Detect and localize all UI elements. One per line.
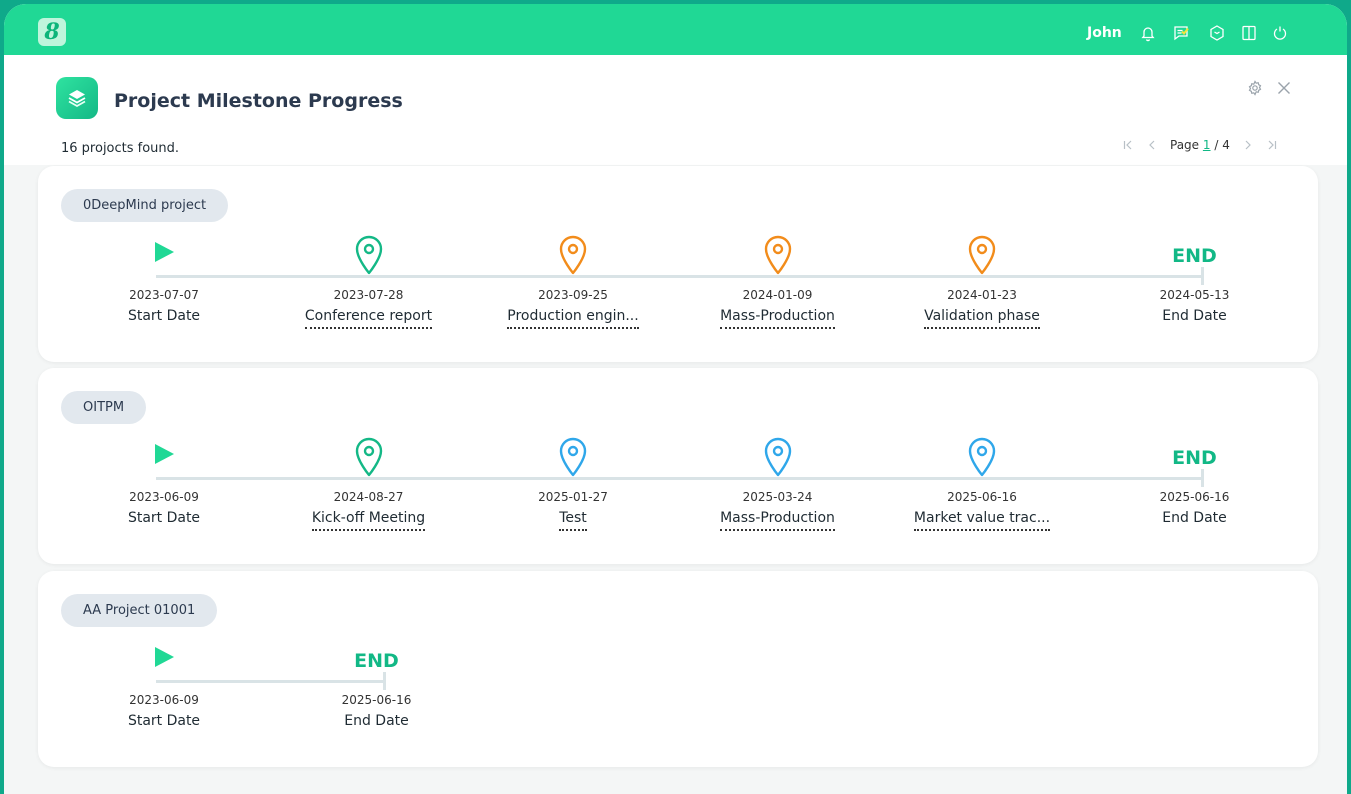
- page-header: Project Milestone Progress 16 projocts f…: [4, 55, 1347, 165]
- project-name-tag[interactable]: AA Project 01001: [61, 594, 218, 627]
- milestone: END 2024-05-13 End Date: [1115, 234, 1275, 324]
- milestone-label[interactable]: Mass-Production: [698, 510, 858, 531]
- app-logo[interactable]: 8: [38, 18, 66, 46]
- map-pin-icon: [902, 234, 1062, 278]
- message-check-icon[interactable]: [1172, 24, 1190, 42]
- milestone-date: 2023-09-25: [538, 288, 608, 302]
- milestone[interactable]: 2023-09-25 Production engin...: [493, 234, 653, 329]
- milestone: END 2025-06-16 End Date: [1115, 436, 1275, 526]
- panel-icon[interactable]: [1240, 24, 1258, 42]
- milestone-date: 2024-05-13: [1159, 288, 1230, 302]
- end-label: END: [354, 650, 399, 672]
- bell-icon[interactable]: [1139, 24, 1157, 42]
- milestone[interactable]: 2024-08-27 Kick-off Meeting: [289, 436, 449, 531]
- page-label: Page: [1170, 138, 1200, 152]
- milestone-label: Start Date: [127, 713, 201, 729]
- page-indicator: Page 1 / 4: [1170, 138, 1230, 152]
- milestone-label: Start Date: [127, 308, 201, 324]
- page-title: Project Milestone Progress: [114, 90, 403, 112]
- settings-gear-icon[interactable]: [1246, 79, 1264, 97]
- milestone-date: 2023-06-09: [129, 693, 199, 707]
- map-pin-icon: [289, 436, 449, 480]
- end-marker: END: [1115, 436, 1275, 480]
- pagination: Page 1 / 4: [1116, 135, 1284, 155]
- milestone-date: 2025-03-24: [742, 490, 813, 504]
- end-marker: END: [297, 639, 457, 683]
- first-page-icon[interactable]: [1116, 135, 1140, 155]
- milestone-label[interactable]: Market value trac...: [902, 510, 1062, 531]
- prev-page-icon[interactable]: [1140, 135, 1164, 155]
- top-bar: 8 John: [4, 4, 1347, 55]
- milestone-date: 2023-06-09: [129, 490, 199, 504]
- milestone-label[interactable]: Test: [493, 510, 653, 531]
- milestone[interactable]: 2024-01-23 Validation phase: [902, 234, 1062, 329]
- project-count: 16 projocts found.: [61, 141, 180, 156]
- project-card: 0DeepMind project 2023-07-07 Start Date 202…: [38, 166, 1318, 362]
- milestone-date: 2024-01-23: [947, 288, 1017, 302]
- milestone-date: 2024-08-27: [333, 490, 404, 504]
- milestone-label: End Date: [1162, 510, 1227, 526]
- milestone-label[interactable]: Mass-Production: [698, 308, 858, 329]
- play-icon: [84, 647, 244, 691]
- milestone[interactable]: 2025-03-24 Mass-Production: [698, 436, 858, 531]
- map-pin-icon: [698, 436, 858, 480]
- power-icon[interactable]: [1271, 24, 1289, 42]
- map-pin-icon: [902, 436, 1062, 480]
- close-icon[interactable]: [1275, 79, 1293, 97]
- main-content: Project Milestone Progress 16 projocts f…: [4, 55, 1347, 794]
- page-separator: /: [1214, 138, 1219, 152]
- end-label: END: [1172, 245, 1217, 267]
- milestone: 2023-07-07 Start Date: [84, 234, 244, 324]
- next-page-icon[interactable]: [1236, 135, 1260, 155]
- app-window: 8 John Project Milestone Progress 16 pro…: [4, 4, 1347, 794]
- cube-icon[interactable]: [1208, 24, 1226, 42]
- last-page-icon[interactable]: [1260, 135, 1284, 155]
- end-marker: END: [1115, 234, 1275, 278]
- map-pin-icon: [493, 436, 653, 480]
- milestone[interactable]: 2023-07-28 Conference report: [289, 234, 449, 329]
- milestone-label[interactable]: Kick-off Meeting: [289, 510, 449, 531]
- milestone[interactable]: 2025-06-16 Market value trac...: [902, 436, 1062, 531]
- milestone-label[interactable]: Conference report: [289, 308, 449, 329]
- milestone[interactable]: 2024-01-09 Mass-Production: [698, 234, 858, 329]
- project-card: OITPM 2023-06-09 Start Date 2024-08-27 Kick-…: [38, 368, 1318, 564]
- map-pin-icon: [493, 234, 653, 278]
- milestone: END 2025-06-16 End Date: [297, 639, 457, 729]
- milestone-date: 2023-07-07: [129, 288, 199, 302]
- milestone-label: End Date: [1162, 308, 1227, 324]
- play-icon: [84, 242, 244, 286]
- current-page[interactable]: 1: [1203, 138, 1211, 152]
- milestone-date: 2025-06-16: [341, 693, 412, 707]
- project-name-tag[interactable]: OITPM: [61, 391, 147, 424]
- layers-icon: [56, 77, 98, 119]
- play-icon: [84, 444, 244, 488]
- milestone-date: 2024-01-09: [742, 288, 813, 302]
- milestone-label[interactable]: Validation phase: [902, 308, 1062, 329]
- map-pin-icon: [698, 234, 858, 278]
- milestone: 2023-06-09 Start Date: [84, 639, 244, 729]
- milestone-date: 2025-06-16: [947, 490, 1017, 504]
- milestone-label: End Date: [344, 713, 409, 729]
- milestone-label[interactable]: Production engin...: [493, 308, 653, 329]
- milestone-date: 2025-06-16: [1159, 490, 1230, 504]
- milestone-label: Start Date: [127, 510, 201, 526]
- user-name[interactable]: John: [1087, 25, 1122, 41]
- total-pages: 4: [1222, 138, 1230, 152]
- milestone[interactable]: 2025-01-27 Test: [493, 436, 653, 531]
- milestone: 2023-06-09 Start Date: [84, 436, 244, 526]
- milestone-date: 2025-01-27: [538, 490, 608, 504]
- milestone-date: 2023-07-28: [333, 288, 404, 302]
- project-name-tag[interactable]: 0DeepMind project: [61, 189, 229, 222]
- project-card: AA Project 01001 2023-06-09 Start Date END 2…: [38, 571, 1318, 767]
- end-label: END: [1172, 447, 1217, 469]
- map-pin-icon: [289, 234, 449, 278]
